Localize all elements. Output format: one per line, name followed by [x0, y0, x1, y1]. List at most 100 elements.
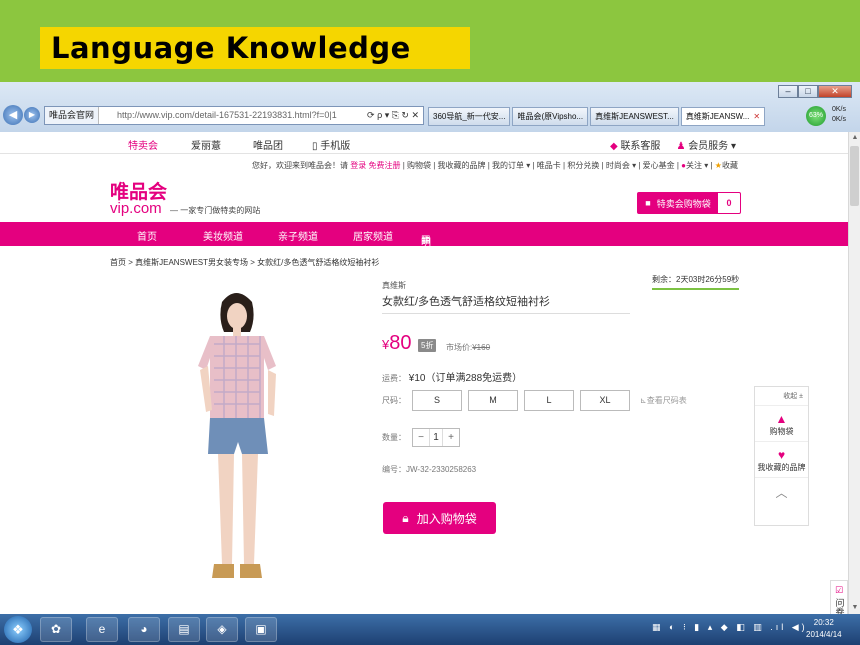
- upload-speed: 0K/s: [832, 106, 847, 113]
- slide-title: Language Knowledge: [51, 31, 411, 65]
- address-bar[interactable]: 唯品会官网 http://www.vip.com/detail-167531-2…: [44, 106, 424, 125]
- size-button-m[interactable]: M: [468, 390, 518, 411]
- logo-en[interactable]: vip.com: [110, 200, 162, 217]
- screenshot: – □ ✕ ◀ ▶ 唯品会官网 http://www.vip.com/detai…: [0, 82, 860, 645]
- topnav-right: ◆ 联系客服 ♟ 会员服务 ▾: [610, 137, 736, 152]
- scroll-down-icon[interactable]: ▼: [849, 602, 860, 614]
- topnav-item-mobile[interactable]: ▯ 手机版: [312, 137, 350, 152]
- product-sku: 编号：JW-32-2330258263: [382, 465, 477, 474]
- face-shape: [227, 303, 247, 329]
- web-page: 特卖会 爱丽薏 唯品团 ▯ 手机版 ◆ 联系客服 ♟ 会员服务 ▾ 您好，欢迎来…: [0, 132, 848, 645]
- follow-link[interactable]: 关注 ▾: [686, 161, 708, 170]
- discount-badge: 5折: [418, 339, 437, 352]
- contact-service-link[interactable]: ◆ 联系客服: [610, 137, 660, 152]
- tab-jeanswest-1[interactable]: 真维斯JEANSWEST...: [590, 107, 679, 126]
- product-photo[interactable]: [110, 274, 352, 614]
- shopping-bag-icon: ▲: [775, 412, 788, 426]
- topnav-item-group[interactable]: 唯品团: [253, 137, 283, 152]
- member-service-link[interactable]: ♟ 会员服务 ▾: [676, 137, 736, 152]
- top-nav: 特卖会 爱丽薏 唯品团 ▯ 手机版 ◆ 联系客服 ♟ 会员服务 ▾: [0, 132, 848, 154]
- quantity-row: 数量： − 1 +: [382, 428, 460, 447]
- breadcrumb[interactable]: 首页 > 真维斯JEANSWEST男女装专场 > 女款红/多色透气舒适格纹短袖衬…: [110, 257, 379, 268]
- address-tools-icon[interactable]: ⟳ ρ ▾ ⎘ ↻ ✕: [363, 107, 423, 124]
- back-to-top-icon[interactable]: ︿: [755, 478, 808, 501]
- heart-icon: ♥: [777, 448, 786, 462]
- collapse-button[interactable]: 收起 ±: [755, 387, 808, 406]
- nav-beauty[interactable]: 美妆频道: [203, 228, 243, 243]
- login-link[interactable]: 登录: [350, 161, 366, 170]
- scroll-up-icon[interactable]: ▲: [849, 132, 860, 144]
- main-nav: 首页 美妆频道 亲子频道 居家频道 ▦ 明天上线: [0, 222, 848, 294]
- window-close-icon[interactable]: ✕: [818, 85, 852, 98]
- browser-chrome: – □ ✕ ◀ ▶ 唯品会官网 http://www.vip.com/detai…: [0, 82, 860, 132]
- taskbar-app-icon-2[interactable]: ◕: [128, 617, 160, 642]
- topnav-item-sale[interactable]: 特卖会: [128, 137, 158, 152]
- nav-home[interactable]: 首页: [137, 228, 157, 243]
- tab-close-icon[interactable]: ✕: [753, 112, 760, 121]
- qty-label: 数量：: [382, 433, 406, 442]
- tab-vipshop[interactable]: 唯品会(原Vipsho...: [512, 107, 589, 126]
- qty-minus-button[interactable]: −: [413, 429, 429, 446]
- system-tray-icons[interactable]: ▦ ◐ ⁝ ▮ ▴ ◆ ◧ ▥ .ıl ◀): [652, 622, 808, 633]
- network-speed: 0K/s 0K/s: [832, 105, 846, 125]
- qty-value[interactable]: 1: [429, 429, 443, 446]
- member-icon: ♟: [676, 141, 689, 152]
- url-text[interactable]: http://www.vip.com/detail-167531-2219383…: [99, 107, 363, 124]
- folder-icon[interactable]: ▤: [168, 617, 200, 642]
- size-button-l[interactable]: L: [524, 390, 574, 411]
- lock-bag-icon: 🔒︎: [402, 510, 409, 525]
- checkbox-icon: ☑: [834, 585, 844, 595]
- page-scrollbar[interactable]: ▲ ▼: [848, 132, 860, 614]
- size-label: 尺码：: [382, 396, 406, 405]
- tab-label: 真维斯JEANSW...: [685, 112, 750, 121]
- userbar-links[interactable]: | 购物袋 | 我收藏的品牌 | 我的订单 ▾ | 唯品卡 | 积分兑换 | 时…: [403, 161, 675, 170]
- forward-icon[interactable]: ▶: [24, 107, 40, 123]
- shipping-info: 运费： ¥10（订单满288免运费）: [382, 373, 523, 384]
- sale-countdown: 剩余：2天03时26分59秒: [652, 274, 740, 290]
- nav-kids[interactable]: 亲子频道: [278, 228, 318, 243]
- start-button-icon[interactable]: ❖: [4, 616, 32, 643]
- size-selector: 尺码： S M L XL ⊾查看尺码表: [382, 390, 687, 411]
- nav-home-living[interactable]: 居家频道: [353, 228, 393, 243]
- product-price: ¥80: [382, 332, 412, 354]
- bag-icon: ■: [645, 198, 651, 208]
- clock[interactable]: 20:32 2014/4/14: [806, 617, 842, 641]
- quantity-stepper: − 1 +: [412, 428, 460, 447]
- minimize-icon[interactable]: –: [778, 85, 798, 98]
- back-icon[interactable]: ◀: [3, 105, 23, 125]
- register-link[interactable]: 免费注册: [368, 161, 400, 170]
- float-brands-button[interactable]: ♥ 我收藏的品牌: [755, 442, 808, 478]
- cart-count: 0: [726, 198, 732, 208]
- market-price: 市场价:¥160: [446, 343, 491, 352]
- site-label: 唯品会官网: [45, 107, 100, 124]
- topnav-item-beauty[interactable]: 爱丽薏: [191, 137, 221, 152]
- maximize-icon[interactable]: □: [798, 85, 818, 98]
- tab-strip: 360导航_新一代安... 唯品会(原Vipsho... 真维斯JEANSWES…: [428, 107, 766, 126]
- add-to-cart-button[interactable]: 🔒︎ 加入购物袋: [383, 502, 496, 534]
- size-button-xl[interactable]: XL: [580, 390, 630, 411]
- taskbar-app-icon-3[interactable]: ◈: [206, 617, 238, 642]
- powerpoint-icon[interactable]: ▣: [245, 617, 277, 642]
- slide-title-box: Language Knowledge: [40, 27, 470, 69]
- scroll-thumb[interactable]: [850, 146, 859, 206]
- taskbar-app-icon-1[interactable]: ✿: [40, 617, 72, 642]
- product-brand[interactable]: 真维斯: [382, 280, 406, 291]
- tab-jeanswest-active[interactable]: 真维斯JEANSW... ✕: [680, 107, 766, 126]
- sale-cart-button[interactable]: ■ 特卖会购物袋 0: [637, 192, 741, 214]
- logo-tagline: — 一家专门做特卖的网站: [170, 206, 261, 215]
- window-controls: – □ ✕: [778, 85, 852, 98]
- tab-360-nav[interactable]: 360导航_新一代安...: [428, 107, 511, 126]
- ruler-icon: ⊾: [640, 396, 647, 405]
- size-guide-link[interactable]: ⊾查看尺码表: [640, 395, 687, 406]
- download-speed: 0K/s: [832, 116, 847, 123]
- qty-plus-button[interactable]: +: [443, 429, 459, 446]
- size-button-s[interactable]: S: [412, 390, 462, 411]
- floating-panel: 收起 ± ▲ 购物袋 ♥ 我收藏的品牌 ︿: [754, 386, 809, 526]
- taskbar: ❖ ✿ e ◕ ▤ ◈ ▣ ▦ ◐ ⁝ ▮ ▴ ◆ ◧ ▥ .ıl ◀) 20:…: [0, 614, 860, 645]
- product-name: 女款红/多色透气舒适格纹短袖衬衫: [382, 293, 630, 314]
- float-cart-button[interactable]: ▲ 购物袋: [755, 406, 808, 442]
- user-bar: 您好，欢迎来到唯品会！请 登录 免费注册 | 购物袋 | 我收藏的品牌 | 我的…: [252, 161, 738, 170]
- ie-icon[interactable]: e: [86, 617, 118, 642]
- service-icon: ◆: [609, 141, 621, 152]
- favorite-link[interactable]: 收藏: [722, 161, 738, 170]
